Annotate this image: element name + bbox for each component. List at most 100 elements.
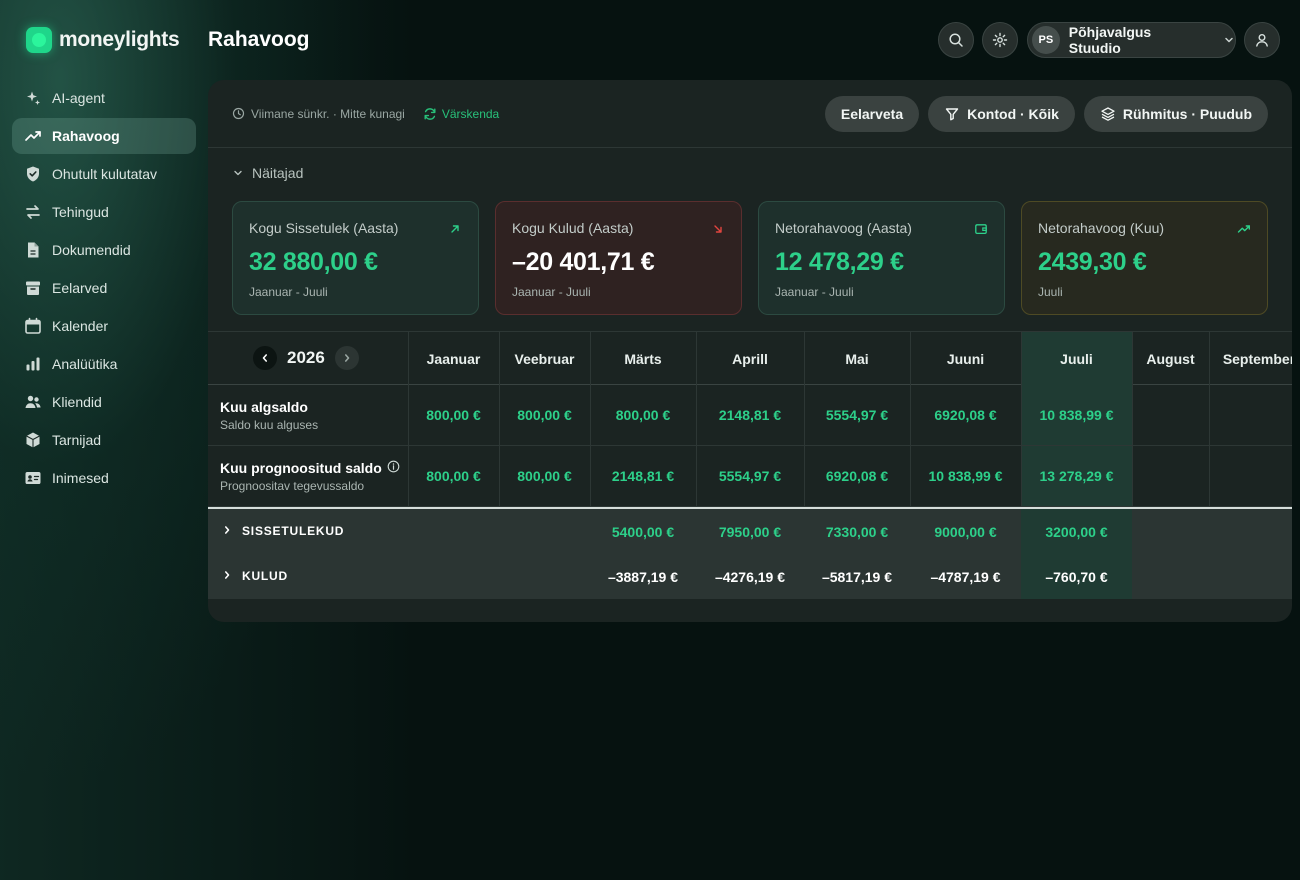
sidebar-item-eelarved[interactable]: Eelarved [12,270,196,306]
arrows-swap-icon [24,203,42,221]
sidebar-item-label: Ohutult kulutatav [52,166,158,182]
sidebar-item-tarnijad[interactable]: Tarnijad [12,422,196,458]
sidebar-item-dokumendid[interactable]: Dokumendid [12,232,196,268]
cashflow-panel: Viimane sünkr. · Mitte kunagi Värskenda … [208,80,1292,622]
org-name: Põhjavalgus Stuudio [1068,24,1152,56]
next-year-button[interactable] [334,346,359,370]
kpi-title: Netorahavoog (Aasta) [775,220,912,236]
kpi-period: Jaanuar - Juuli [512,285,591,299]
table-cell [1132,385,1209,445]
accounts-filter-label: Kontod · Kõik [967,106,1059,122]
page-title: Rahavoog [208,28,310,51]
organization-switcher[interactable]: PS Põhjavalgus Stuudio [1027,22,1236,58]
table-cell: 800,00 € [426,468,481,484]
table-cell: –760,70 € [1021,554,1132,599]
sidebar-item-rahavoog[interactable]: Rahavoog [12,118,196,154]
month-header-jaanuar[interactable]: Jaanuar [408,332,499,386]
column-divider [1209,331,1210,507]
table-header-row: 2026 Jaanuar Veebruar Märts Aprill Mai Juuni Ju… [208,331,1292,386]
sidebar-item-kliendid[interactable]: Kliendid [12,384,196,420]
sidebar-item-label: Kliendid [52,394,102,410]
filter-icon [945,108,959,121]
kpi-value: –20 401,71 € [512,248,655,276]
year-navigator: 2026 [253,346,359,370]
kpi-card: Netorahavoog (Kuu) 2439,30 € Juuli [1021,201,1268,315]
table-cell: 5554,97 € [825,407,889,423]
table-cell [499,554,590,599]
cashflow-toolbar: Viimane sünkr. · Mitte kunagi Värskenda … [208,80,1292,148]
table-cell [1132,446,1209,506]
profile-button[interactable] [1244,22,1280,58]
sidebar-item-ai-agent[interactable]: AI-agent [12,80,196,116]
shield-check-icon [24,165,42,183]
sidebar-item-label: AI-agent [52,90,105,106]
sidebar-item-tehingud[interactable]: Tehingud [12,194,196,230]
budget-filter-label: Eelarveta [840,106,904,122]
sidebar-item-inimesed[interactable]: Inimesed [12,460,196,496]
info-icon[interactable] [387,460,400,476]
refresh-button[interactable]: Värskenda [423,107,499,121]
table-cell [1209,446,1292,506]
table-cell [408,509,499,554]
month-header-juuli[interactable]: Juuli [1021,332,1132,386]
table-row: Kuu prognoositud saldo Prognoositav tegev… [208,446,1292,507]
table-cell [408,554,499,599]
table-cell [1209,554,1292,599]
table-cell: –4787,19 € [930,568,1001,585]
group-label[interactable]: KULUD [222,569,288,583]
table-cell: –4276,19 € [714,568,786,585]
budget-filter-button[interactable]: Eelarveta [824,96,920,132]
year-label: 2026 [287,348,325,367]
logo-mark-icon [26,27,52,53]
group-row-kulud[interactable]: KULUD –3887,19 € –4276,19 € –5817,19 € –4787… [208,554,1292,599]
sidebar-item-ohutult-kulutatav[interactable]: Ohutult kulutatav [12,156,196,192]
month-header-september[interactable]: September [1209,332,1292,386]
group-label-text: SISSETULEKUD [242,524,345,538]
month-header-august[interactable]: August [1132,332,1209,386]
month-header-aprill[interactable]: Aprill [696,332,804,386]
group-label[interactable]: SISSETULEKUD [222,524,344,538]
sync-status: Viimane sünkr. · Mitte kunagi [232,107,405,121]
app-logo[interactable]: moneylights [26,27,180,53]
table-cell: 800,00 € [517,407,572,423]
sidebar-item-label: Dokumendid [52,242,131,258]
chevron-right-icon [222,569,232,583]
group-label-text: KULUD [242,569,288,583]
arrow-down-right-icon [711,222,725,236]
group-row-sissetulekud[interactable]: SISSETULEKUD 5400,00 € 7950,00 € 7330,00 € 9… [208,509,1292,554]
accounts-filter-button[interactable]: Kontod · Kõik [928,96,1075,132]
gear-icon [992,32,1008,48]
table-cell: 7950,00 € [718,523,782,540]
table-cell [1209,385,1292,445]
sidebar-item-label: Kalender [52,318,109,334]
table-cell: 800,00 € [517,468,572,484]
month-header-veebruar[interactable]: Veebruar [499,332,590,386]
table-cell: 3200,00 € [1021,509,1132,554]
clock-icon [232,107,245,120]
row-title: Kuu prognoositud saldo [220,460,400,476]
kpi-value: 2439,30 € [1038,248,1147,276]
previous-year-button[interactable] [253,346,277,370]
row-label: Kuu algsaldo Saldo kuu alguses [220,399,318,432]
row-subtitle: Saldo kuu alguses [220,418,319,432]
sidebar-item-analuutika[interactable]: Analüütika [12,346,196,382]
cube-icon [24,431,42,449]
table-cell: 13 278,29 € [1021,446,1132,506]
cashflow-table: 2026 Jaanuar Veebruar Märts Aprill Mai Juuni Ju… [208,331,1292,622]
chevron-left-icon [262,354,267,362]
table-cell: 6920,08 € [934,407,997,423]
user-icon [1256,34,1268,47]
search-button[interactable] [938,22,974,58]
kpi-title: Kogu Sissetulek (Aasta) [249,220,399,236]
indicators-toggle[interactable]: Näitajad [232,165,303,181]
month-header-mai[interactable]: Mai [804,332,910,386]
arrow-up-right-icon [448,222,462,236]
sidebar-item-kalender[interactable]: Kalender [12,308,196,344]
grouping-button[interactable]: Rühmitus · Puudub [1083,96,1268,132]
kpi-card: Kogu Sissetulek (Aasta) 32 880,00 € Jaanua… [232,201,479,315]
month-header-marts[interactable]: Märts [590,332,696,386]
settings-button[interactable] [982,22,1018,58]
grouping-label: Rühmitus · Puudub [1122,106,1252,122]
table-cell: –3887,19 € [607,568,679,585]
month-header-juuni[interactable]: Juuni [910,332,1021,386]
